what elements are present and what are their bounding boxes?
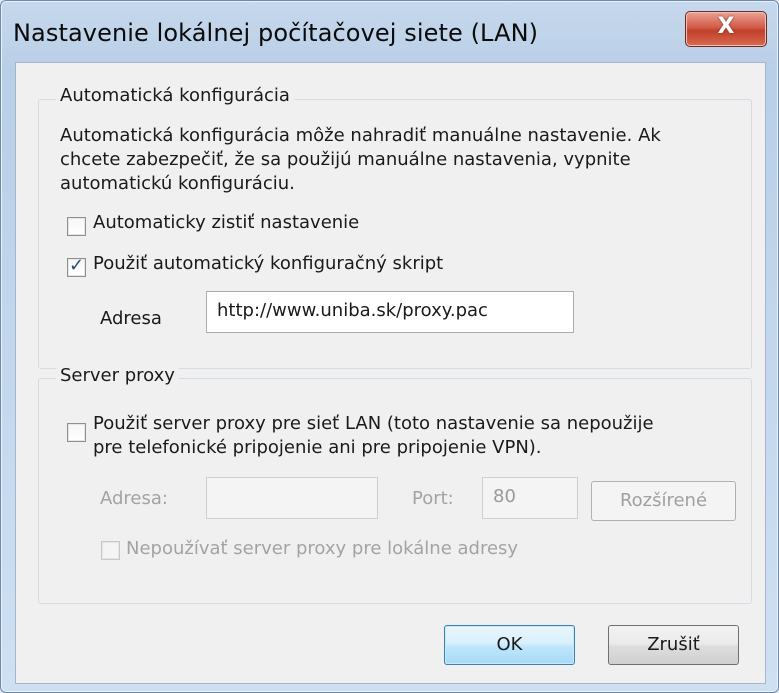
proxy-port-label: Port: bbox=[412, 488, 454, 509]
title-bar[interactable]: Nastavenie lokálnej počítačovej siete (L… bbox=[1, 1, 778, 61]
dialog-body: Automatická konfigurácia Automatická kon… bbox=[15, 62, 766, 684]
use-script-label[interactable]: Použiť automatický konfiguračný skript bbox=[93, 251, 443, 277]
bypass-local-label[interactable]: Nepoužívať server proxy pre lokálne adre… bbox=[126, 536, 518, 562]
use-script-checkbox[interactable] bbox=[67, 255, 86, 277]
close-button[interactable]: X bbox=[685, 11, 767, 47]
auto-config-group-label: Automatická konfigurácia bbox=[56, 85, 294, 106]
proxy-group-label: Server proxy bbox=[56, 365, 179, 386]
lan-settings-dialog: Nastavenie lokálnej počítačovej siete (L… bbox=[0, 0, 779, 693]
cancel-button[interactable]: Zrušiť bbox=[608, 625, 739, 665]
auto-config-description-line1: Automatická konfigurácia môže nahradiť m… bbox=[60, 125, 661, 146]
bypass-local-checkbox[interactable] bbox=[101, 541, 120, 560]
script-address-label: Adresa bbox=[100, 308, 162, 329]
script-address-input[interactable]: http://www.uniba.sk/proxy.pac bbox=[206, 291, 574, 333]
dialog-title: Nastavenie lokálnej počítačovej siete (L… bbox=[13, 19, 539, 47]
ok-button[interactable]: OK bbox=[444, 625, 575, 665]
auto-detect-checkbox[interactable] bbox=[67, 217, 86, 236]
proxy-address-input[interactable] bbox=[206, 477, 378, 519]
auto-config-description-line3: automatickú konfiguráciu. bbox=[60, 173, 295, 194]
proxy-address-label: Adresa: bbox=[100, 488, 168, 509]
use-proxy-label-line1[interactable]: Použiť server proxy pre sieť LAN (toto n… bbox=[93, 411, 654, 437]
auto-config-description-line2: chcete zabezpečiť, že sa použijú manuáln… bbox=[60, 149, 631, 170]
use-proxy-checkbox[interactable] bbox=[67, 423, 86, 442]
close-icon: X bbox=[717, 14, 735, 39]
proxy-port-input[interactable]: 80 bbox=[482, 477, 578, 519]
auto-detect-label[interactable]: Automaticky zistiť nastavenie bbox=[93, 210, 359, 236]
use-proxy-label-line2[interactable]: pre telefonické pripojenie ani pre pripo… bbox=[93, 435, 542, 461]
advanced-button[interactable]: Rozšírené bbox=[591, 481, 736, 521]
